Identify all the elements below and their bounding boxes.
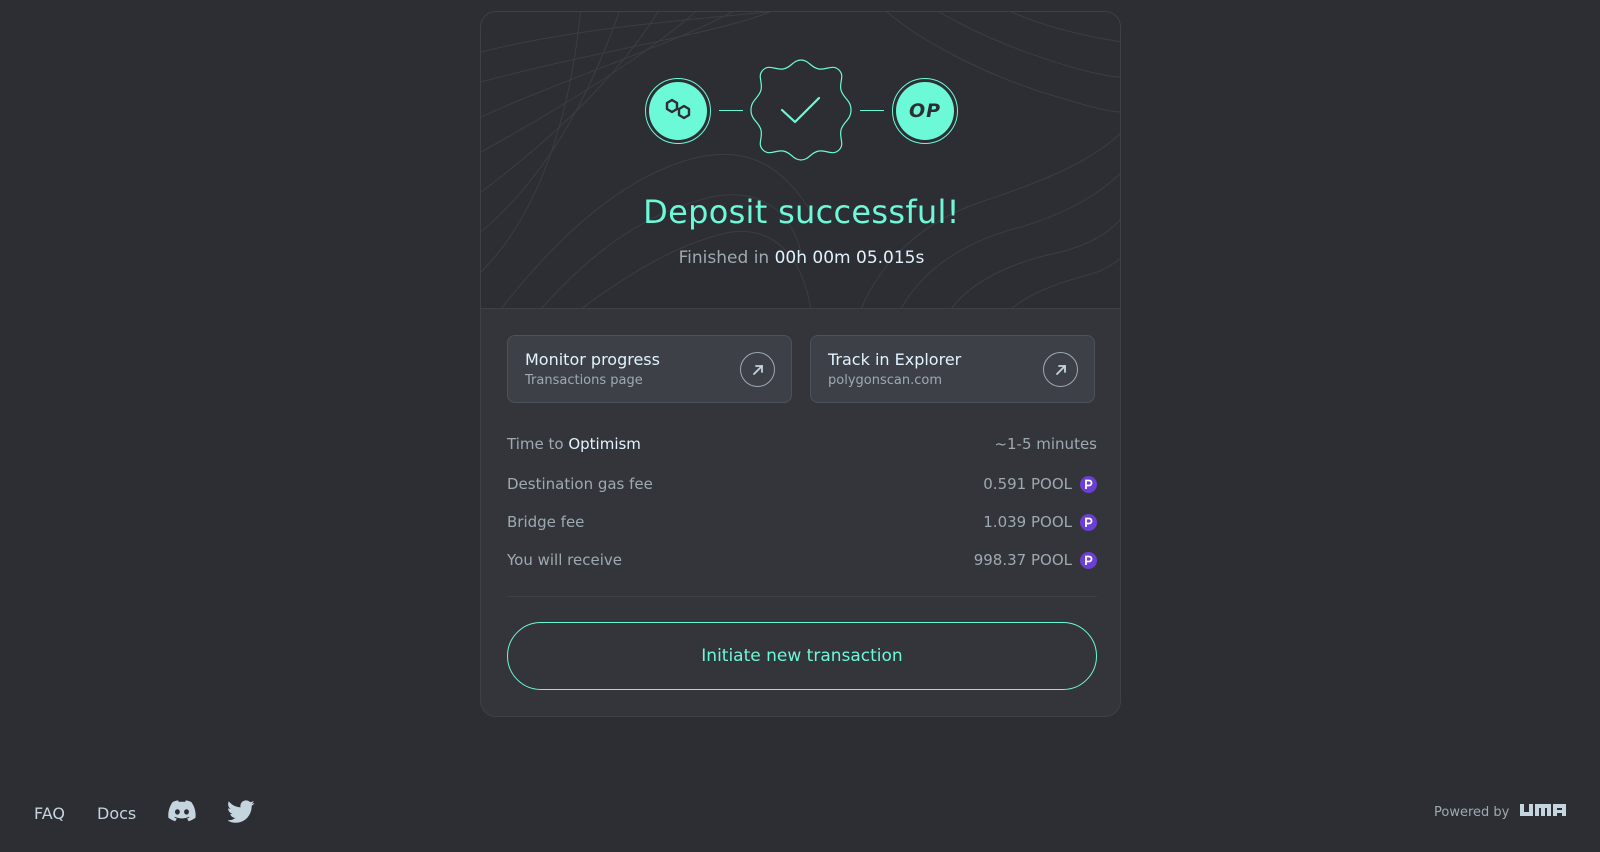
monitor-progress-link[interactable]: Monitor progress Transactions page: [507, 335, 792, 403]
finished-duration: 00h 00m 05.015s: [774, 248, 925, 268]
destination-chain-name: Optimism: [568, 435, 641, 453]
arrow-up-right-icon: [740, 352, 775, 387]
link-title: Monitor progress: [525, 350, 660, 369]
finished-time: Finished in 00h 00m 05.015s: [481, 248, 1120, 268]
row-label: Destination gas fee: [507, 475, 653, 493]
bridge-fee-row: Bridge fee 1.039 POOL: [507, 510, 1097, 534]
status-header: OP Deposit successful! Finished in 00h 0…: [481, 12, 1120, 309]
row-value: 1.039 POOL: [983, 513, 1072, 531]
row-value: ~1-5 minutes: [994, 435, 1097, 453]
pooltogether-icon: [1080, 551, 1097, 569]
faq-link[interactable]: FAQ: [34, 804, 65, 823]
arrow-up-right-icon: [1043, 352, 1078, 387]
link-subtitle: Transactions page: [525, 373, 643, 388]
receive-amount-row: You will receive 998.37 POOL: [507, 548, 1097, 572]
twitter-icon[interactable]: [226, 800, 255, 827]
powered-by-label: Powered by: [1434, 804, 1510, 820]
pooltogether-icon: [1080, 475, 1097, 493]
row-label: Time to Optimism: [507, 435, 641, 453]
link-subtitle: polygonscan.com: [828, 373, 942, 388]
optimism-logo: OP: [908, 100, 942, 122]
polygon-icon: [663, 96, 693, 126]
row-label: You will receive: [507, 551, 622, 569]
pooltogether-icon: [1080, 513, 1097, 531]
checkmark-seal-icon: [750, 59, 852, 161]
row-value: 998.37 POOL: [973, 551, 1072, 569]
destination-chain-badge: OP: [892, 78, 958, 144]
status-title: Deposit successful!: [643, 193, 960, 231]
link-title: Track in Explorer: [828, 350, 962, 369]
source-chain-badge: [645, 78, 711, 144]
powered-by: Powered by: [1434, 802, 1567, 822]
discord-icon[interactable]: [168, 800, 196, 826]
row-value: 0.591 POOL: [983, 475, 1072, 493]
gas-fee-row: Destination gas fee 0.591 POOL: [507, 472, 1097, 496]
connector-line: [719, 110, 743, 111]
bridge-page: OP Deposit successful! Finished in 00h 0…: [0, 0, 1600, 852]
finished-prefix: Finished in: [678, 248, 770, 268]
deposit-status-card: OP Deposit successful! Finished in 00h 0…: [480, 11, 1121, 717]
bridge-flow: OP: [481, 58, 1120, 162]
connector-line: [860, 110, 884, 111]
uma-logo[interactable]: [1519, 802, 1567, 822]
row-label: Bridge fee: [507, 513, 585, 531]
label-prefix: Time to: [507, 435, 564, 453]
track-explorer-link[interactable]: Track in Explorer polygonscan.com: [810, 335, 1095, 403]
initiate-new-transaction-button[interactable]: Initiate new transaction: [507, 622, 1097, 690]
divider: [507, 596, 1097, 597]
docs-link[interactable]: Docs: [97, 804, 136, 823]
time-to-destination-row: Time to Optimism ~1-5 minutes: [507, 432, 1097, 456]
